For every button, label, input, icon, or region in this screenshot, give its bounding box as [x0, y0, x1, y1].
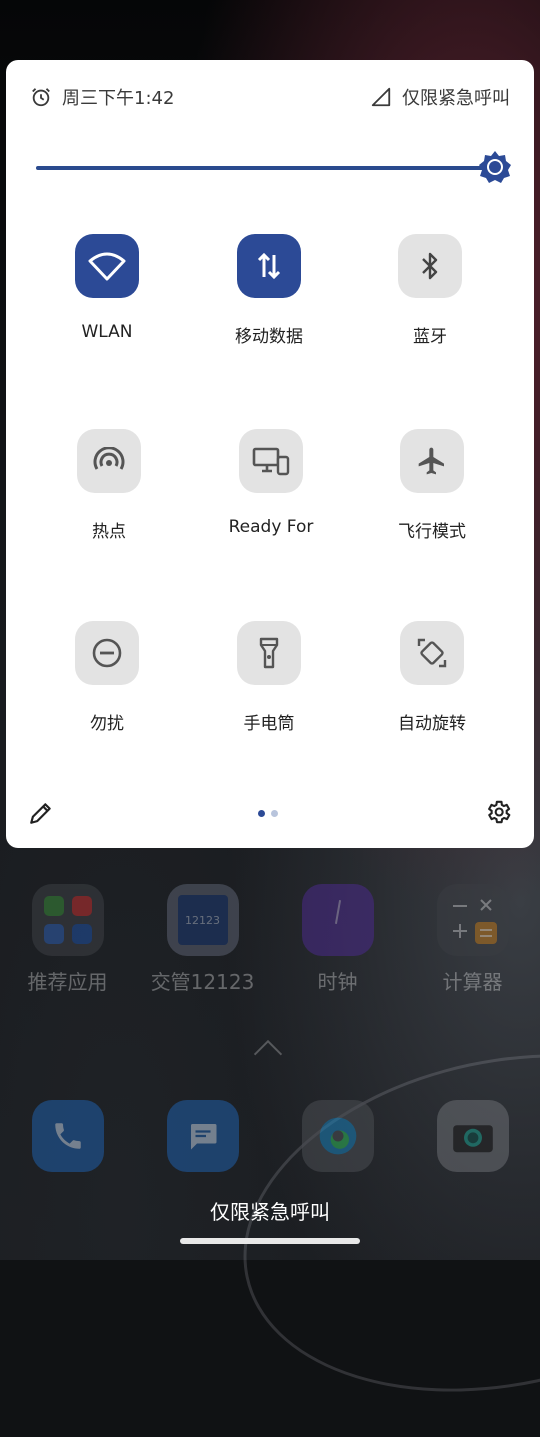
auto-rotate-icon: [417, 638, 447, 668]
tile-airplane-button[interactable]: [400, 429, 464, 493]
app-label: 时钟: [317, 970, 358, 994]
tile-hotspot[interactable]: 热点: [39, 429, 179, 542]
ready-for-icon: [252, 447, 290, 476]
status-time[interactable]: 周三下午1:42: [62, 84, 174, 110]
do-not-disturb-icon: [92, 638, 122, 668]
messages-icon: [166, 1100, 239, 1172]
tile-bluetooth[interactable]: 蓝牙: [360, 234, 500, 347]
quick-settings-panel: 周三下午1:42 仅限紧急呼叫 WLAN 移动数据 蓝牙 热点 Ready Fo…: [6, 60, 534, 848]
tile-label: 飞行模式: [398, 522, 466, 542]
app-folder-icon: [31, 884, 104, 956]
app-label: 推荐应用: [27, 970, 108, 994]
dock-phone[interactable]: [6, 1100, 130, 1172]
tile-label: Ready For: [228, 517, 314, 537]
tile-wlan-button[interactable]: [75, 234, 139, 298]
dock-edge[interactable]: [276, 1100, 400, 1172]
signal-icon: [371, 87, 391, 107]
calculator-app-icon: [436, 884, 509, 956]
hotspot-icon: [93, 447, 125, 470]
bluetooth-icon: [422, 252, 438, 280]
tile-airplane[interactable]: 飞行模式: [362, 429, 502, 542]
phone-icon: [31, 1100, 104, 1172]
tile-ready-for-button[interactable]: [239, 429, 303, 493]
tile-label: 手电筒: [243, 714, 295, 734]
tile-label: 移动数据: [235, 327, 303, 347]
dock: [0, 1100, 540, 1172]
brightness-icon[interactable]: [478, 150, 512, 184]
tile-flashlight-button[interactable]: [237, 621, 301, 685]
tile-wlan[interactable]: WLAN: [37, 234, 177, 342]
app-label: 交管12123: [150, 970, 255, 994]
tile-mobile-data-button[interactable]: [237, 234, 301, 298]
app-recommended[interactable]: 推荐应用: [6, 884, 130, 995]
tile-do-not-disturb[interactable]: 勿扰: [37, 621, 177, 734]
page-indicator: [258, 810, 284, 817]
tile-label: WLAN: [81, 322, 133, 342]
app-calculator[interactable]: 计算器: [411, 884, 535, 995]
dock-messages[interactable]: [141, 1100, 265, 1172]
dock-camera[interactable]: [411, 1100, 535, 1172]
tile-auto-rotate[interactable]: 自动旋转: [362, 621, 502, 734]
brightness-track: [36, 166, 496, 170]
edge-browser-icon: [301, 1100, 374, 1172]
mobile-data-icon: [257, 252, 281, 280]
traffic-app-icon: 12123: [166, 884, 239, 956]
wifi-icon: [88, 252, 126, 281]
tile-flashlight[interactable]: 手电筒: [199, 621, 339, 734]
alarm-clock-icon: [32, 88, 50, 107]
tile-ready-for[interactable]: Ready For: [201, 429, 341, 537]
time-section: 周三下午1:42: [30, 84, 174, 110]
app-icon-text: 12123: [177, 895, 228, 945]
network-section: 仅限紧急呼叫: [370, 84, 510, 110]
network-status-text: 仅限紧急呼叫: [402, 88, 510, 109]
tile-hotspot-button[interactable]: [77, 429, 141, 493]
home-gesture-bar[interactable]: [180, 1238, 360, 1244]
airplane-icon: [418, 447, 444, 475]
page-dot-active: [258, 810, 265, 817]
camera-icon: [436, 1100, 509, 1172]
tile-auto-rotate-button[interactable]: [400, 621, 464, 685]
tile-label: 勿扰: [90, 714, 124, 734]
emergency-call-status: 仅限紧急呼叫: [210, 1200, 330, 1224]
tile-do-not-disturb-button[interactable]: [75, 621, 139, 685]
tile-bluetooth-button[interactable]: [398, 234, 462, 298]
flashlight-icon: [259, 637, 279, 669]
home-app-row: 推荐应用 12123 交管12123 时钟 计算器: [0, 884, 540, 995]
app-traffic-12123[interactable]: 12123 交管12123: [141, 884, 265, 995]
tile-label: 热点: [92, 522, 126, 542]
brightness-slider[interactable]: [36, 151, 511, 183]
tile-label: 自动旋转: [398, 714, 466, 734]
app-label: 计算器: [442, 970, 503, 994]
pencil-icon[interactable]: [28, 800, 54, 826]
clock-app-icon: [301, 884, 374, 956]
tile-label: 蓝牙: [413, 327, 447, 347]
gear-icon[interactable]: [484, 798, 512, 826]
app-clock[interactable]: 时钟: [276, 884, 400, 995]
page-dot-inactive: [271, 810, 278, 817]
qs-status-row: 周三下午1:42 仅限紧急呼叫: [30, 82, 510, 112]
tile-mobile-data[interactable]: 移动数据: [199, 234, 339, 347]
qs-footer: [6, 796, 534, 830]
